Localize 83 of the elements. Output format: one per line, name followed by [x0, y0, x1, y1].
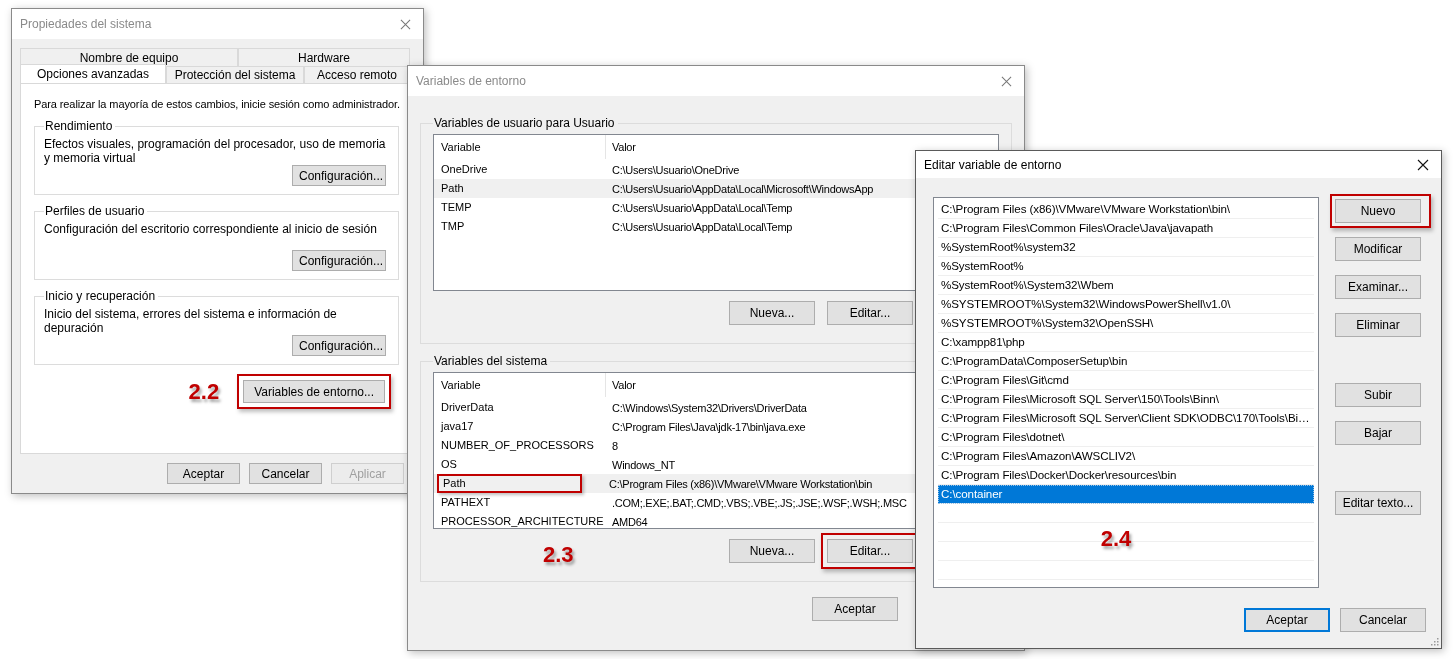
environment-variables-button[interactable]: Variables de entorno...: [243, 380, 385, 403]
table-cell-text: 8: [611, 439, 618, 452]
table-cell-text: C:\Users\Usuario\AppData\Local\Temp: [611, 220, 793, 233]
path-entry[interactable]: %SystemRoot%\system32: [938, 238, 1314, 257]
path-entry[interactable]: C:\ProgramData\ComposerSetup\bin: [938, 352, 1314, 371]
tab[interactable]: Opciones avanzadas: [20, 64, 166, 83]
settings-button[interactable]: Configuración...: [292, 250, 386, 271]
group-label: Rendimiento: [44, 119, 114, 133]
close-icon[interactable]: [1417, 158, 1429, 171]
group-description: Configuración del escritorio correspondiente al inicio de sesión: [44, 222, 378, 238]
dialog-button[interactable]: Cancelar: [1340, 608, 1426, 632]
action-button[interactable]: Subir: [1335, 383, 1421, 407]
tab[interactable]: Hardware: [238, 48, 410, 66]
table-cell-text: OneDrive: [440, 162, 489, 177]
tab[interactable]: Acceso remoto: [304, 66, 410, 83]
step-label: 2.4: [1100, 526, 1132, 552]
action-button[interactable]: Examinar...: [1335, 275, 1421, 299]
tab[interactable]: Protección del sistema: [166, 66, 304, 83]
group-label: Perfiles de usuario: [44, 204, 146, 218]
window-title: Propiedades del sistema: [20, 17, 152, 31]
table-cell-text: .COM;.EXE;.BAT;.CMD;.VBS;.VBE;.JS;.JSE;.WSF;.WSH;.MSC: [611, 496, 907, 509]
dialog-button[interactable]: Cancelar: [249, 463, 322, 484]
path-entry[interactable]: %SystemRoot%: [938, 257, 1314, 276]
table-cell-text: AMD64: [611, 515, 648, 528]
list-action-button[interactable]: Nueva...: [729, 301, 815, 325]
path-entry[interactable]: C:\Program Files (x86)\VMware\VMware Workstation\bin\: [938, 200, 1314, 219]
path-entry[interactable]: %SystemRoot%\System32\Wbem: [938, 276, 1314, 295]
path-entry[interactable]: C:\Program Files\Git\cmd: [938, 371, 1314, 390]
column-header[interactable]: Valor: [606, 379, 636, 391]
action-button[interactable]: Editar texto...: [1335, 491, 1421, 515]
column-header[interactable]: Valor: [606, 141, 636, 153]
column-header[interactable]: Variable: [434, 135, 606, 159]
step-label: 2.2: [188, 378, 220, 405]
settings-button[interactable]: Configuración...: [292, 165, 386, 186]
group-label: Variables de usuario para Usuario: [433, 116, 616, 130]
settings-button[interactable]: Configuración...: [292, 335, 386, 356]
table-cell-text: PATHEXT: [440, 495, 492, 510]
table-cell-text: DriverData: [440, 400, 495, 415]
table-cell-text: C:\Program Files (x86)\VMware\VMware Workstation\bin: [608, 477, 873, 490]
path-entry[interactable]: C:\xampp81\php: [938, 333, 1314, 352]
group-label: Variables del sistema: [433, 354, 549, 368]
column-header[interactable]: Variable: [434, 373, 606, 397]
table-cell: Path: [437, 474, 582, 493]
step-label: 2.3: [543, 542, 574, 568]
action-button[interactable]: Modificar: [1335, 237, 1421, 261]
dialog-button[interactable]: Aceptar: [1244, 608, 1330, 632]
action-button[interactable]: Nuevo: [1335, 199, 1421, 223]
path-entry[interactable]: C:\container: [938, 485, 1314, 504]
path-entry[interactable]: C:\Program Files\Microsoft SQL Server\Client SDK\ODBC\170\Tools\Bi…: [938, 409, 1314, 428]
table-cell-text: java17: [439, 419, 475, 434]
action-button[interactable]: Bajar: [1335, 421, 1421, 445]
table-cell-text: TMP: [440, 219, 466, 234]
list-action-button[interactable]: Editar...: [827, 301, 913, 325]
tab[interactable]: Nombre de equipo: [20, 48, 238, 66]
path-entry[interactable]: C:\Program Files\Microsoft SQL Server\150\Tools\Binn\: [938, 390, 1314, 409]
notice-text: Para realizar la mayoría de estos cambios, inicie sesión como administrador.: [34, 98, 399, 110]
list-action-button[interactable]: Nueva...: [729, 539, 815, 563]
path-entry[interactable]: C:\Program Files\Amazon\AWSCLIV2\: [938, 447, 1314, 466]
table-cell-text: C:\Users\Usuario\AppData\Local\Temp: [611, 201, 793, 214]
resize-grip-icon[interactable]: [1429, 636, 1439, 646]
table-cell-text: Path: [440, 181, 465, 196]
path-entry[interactable]: C:\Program Files\dotnet\: [938, 428, 1314, 447]
table-cell-text: PROCESSOR_ARCHITECTURE: [440, 514, 605, 528]
window-title: Variables de entorno: [416, 74, 526, 88]
list-action-button[interactable]: Editar...: [827, 539, 913, 563]
table-cell-text: C:\Windows\System32\Drivers\DriverData: [611, 401, 807, 414]
table-cell-text: Windows_NT: [611, 458, 675, 471]
path-entry[interactable]: %SYSTEMROOT%\System32\WindowsPowerShell\v1.0\: [938, 295, 1314, 314]
table-cell-text: TEMP: [440, 200, 473, 215]
group-description: Efectos visuales, programación del procesador, uso de memoria y memoria virtual: [44, 137, 386, 165]
dialog-button[interactable]: Aceptar: [812, 597, 898, 621]
path-entry[interactable]: %SYSTEMROOT%\System32\OpenSSH\: [938, 314, 1314, 333]
group-label: Inicio y recuperación: [44, 289, 157, 303]
group-description: Inicio del sistema, errores del sistema e información de depuración: [44, 307, 338, 335]
action-button[interactable]: Eliminar: [1335, 313, 1421, 337]
window-title: Editar variable de entorno: [924, 157, 1062, 172]
table-cell-text: C:\Users\Usuario\AppData\Local\Microsoft\WindowsApp: [611, 182, 874, 195]
table-cell-text: C:\Users\Usuario\OneDrive: [611, 163, 739, 176]
path-entry[interactable]: C:\Program Files\Common Files\Oracle\Java\javapath: [938, 219, 1314, 238]
table-cell-text: NUMBER_OF_PROCESSORS: [440, 438, 595, 453]
dialog-button[interactable]: Aceptar: [167, 463, 240, 484]
table-cell-text: C:\Program Files\Java\jdk-17\bin\java.exe: [611, 420, 806, 433]
table-cell-text: OS: [440, 457, 458, 472]
